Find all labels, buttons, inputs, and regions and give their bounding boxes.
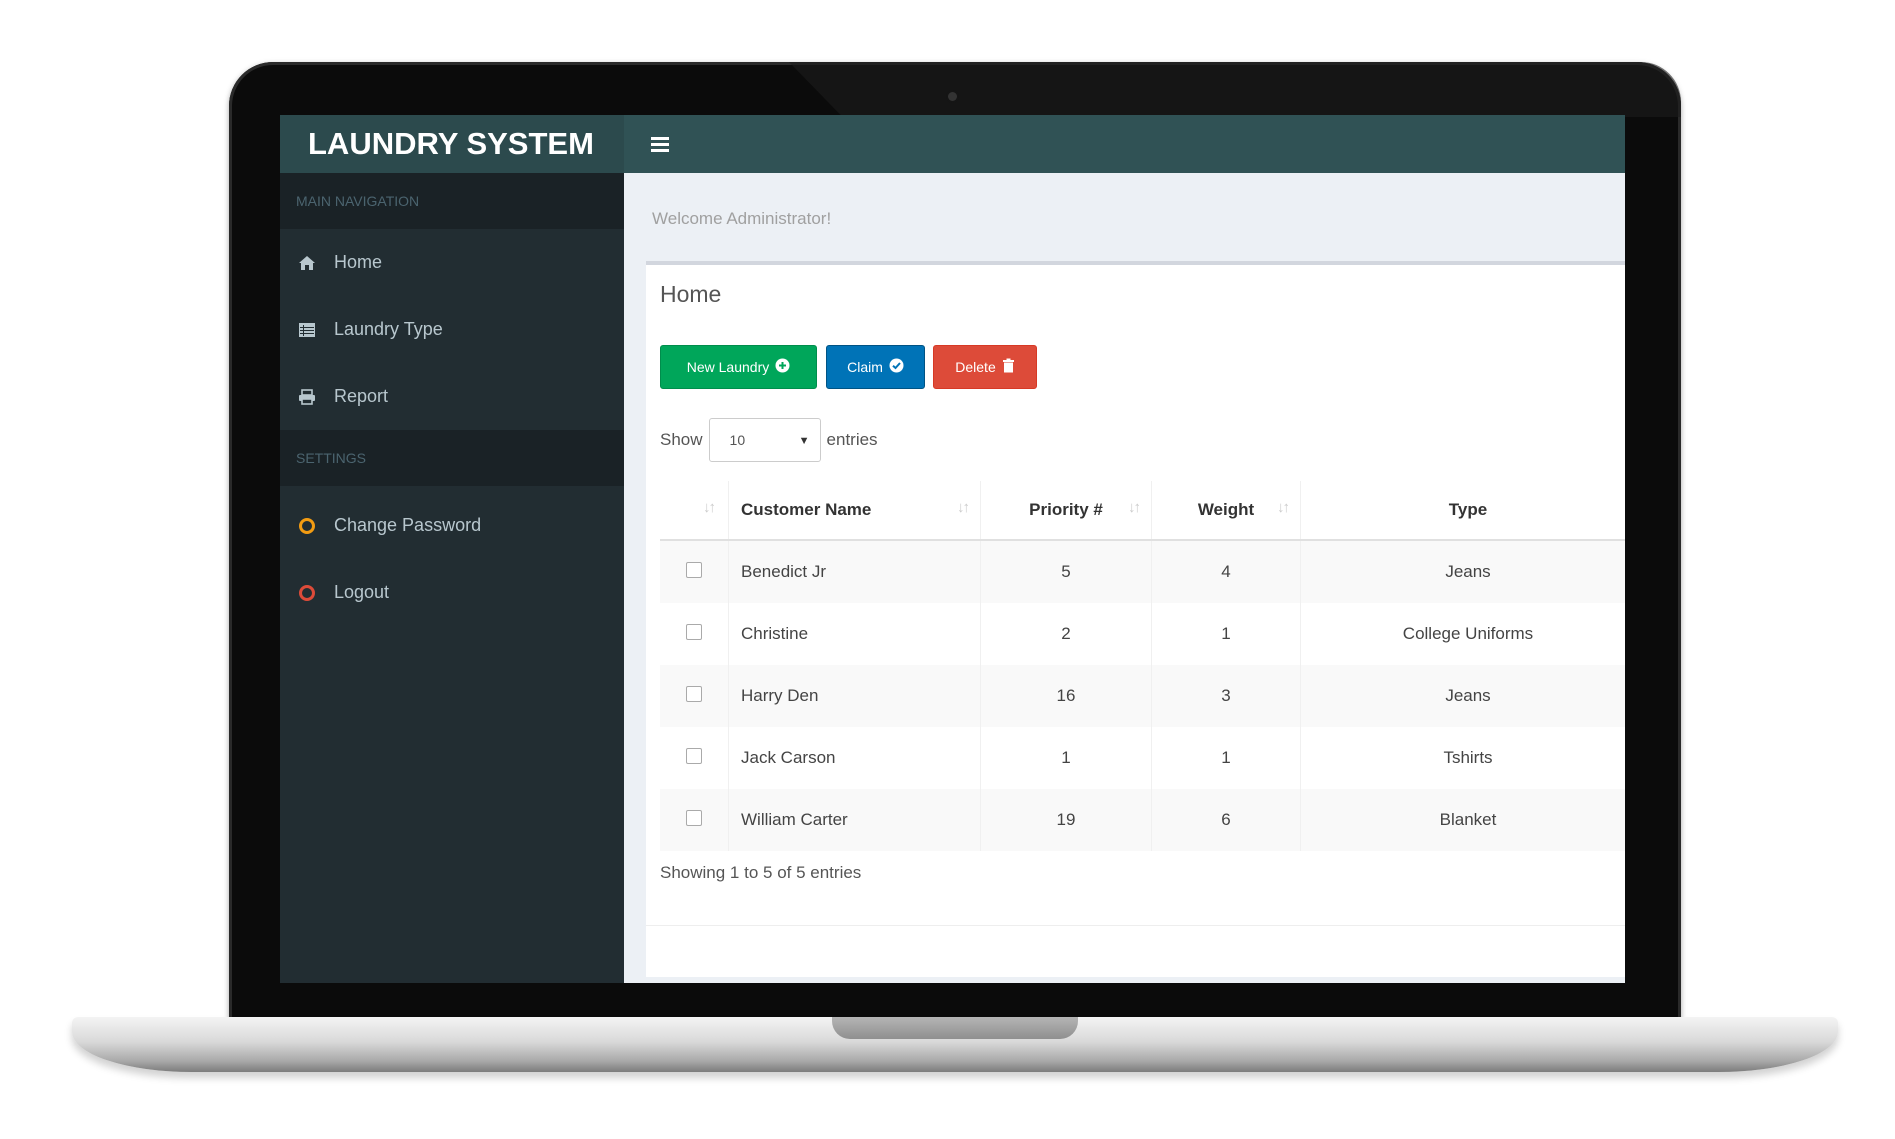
main-content: Welcome Administrator! Home New Laundry … [624,173,1625,983]
sort-icon: ↓↑ [1277,499,1290,516]
content-box: Home New Laundry Claim Delete Show 10 ▼ … [646,261,1625,977]
cell-weight: 1 [1151,727,1301,789]
cell-customer-name: William Carter [728,789,981,851]
printer-icon [298,388,334,405]
cell-priority: 1 [980,727,1152,789]
sidebar-item-label: Change Password [334,515,482,535]
divider [646,925,1625,926]
column-header-type[interactable]: Type [1300,481,1625,541]
plus-circle-icon [775,358,790,376]
sidebar-item-label: Logout [334,582,390,602]
column-header-weight[interactable]: Weight ↓↑ [1151,481,1301,541]
cell-type: Blanket [1300,789,1625,851]
cell-priority: 16 [980,665,1152,727]
sidebar: MAIN NAVIGATION Home Laundry Type Report… [280,173,624,983]
check-circle-icon [889,358,904,376]
cell-weight: 1 [1151,603,1301,665]
new-laundry-button[interactable]: New Laundry [660,345,817,389]
trash-icon [1002,358,1015,376]
button-label: Delete [955,359,996,375]
button-label: New Laundry [686,359,770,375]
sidebar-item-laundry-type[interactable]: Laundry Type [280,296,624,363]
camera-icon [948,92,957,101]
welcome-text: Welcome Administrator! [652,209,832,228]
row-checkbox[interactable] [686,561,702,578]
sort-icon: ↓↑ [957,499,970,516]
cell-priority: 2 [980,603,1152,665]
cell-type: College Uniforms [1300,603,1625,665]
sidebar-item-logout[interactable]: Logout [280,559,624,626]
cell-type: Tshirts [1300,727,1625,789]
table-header-row: ↓↑ Customer Name ↓↑ Priority # ↓↑ Weight [660,481,1625,541]
table-icon [298,322,334,338]
sidebar-section-header: SETTINGS [280,430,624,486]
cell-weight: 4 [1151,540,1301,603]
table-row: Harry Den 16 3 Jeans [660,665,1625,727]
sidebar-item-change-password[interactable]: Change Password [280,492,624,559]
circle-icon [298,517,334,535]
sidebar-item-home[interactable]: Home [280,229,624,296]
sidebar-item-report[interactable]: Report [280,363,624,430]
sidebar-item-label: Home [334,252,383,272]
column-header-customer-name[interactable]: Customer Name ↓↑ [728,481,981,541]
row-checkbox[interactable] [686,623,702,640]
cell-weight: 3 [1151,665,1301,727]
select-value: 10 [729,432,746,448]
circle-icon [298,584,334,602]
cell-priority: 19 [980,789,1152,851]
page-title: Home [660,281,722,307]
table-row: Jack Carson 1 1 Tshirts [660,727,1625,789]
cell-customer-name: Jack Carson [728,727,981,789]
row-checkbox[interactable] [686,685,702,702]
cell-type: Jeans [1300,665,1625,727]
laundry-table: ↓↑ Customer Name ↓↑ Priority # ↓↑ Weight [660,481,1625,851]
cell-customer-name: Harry Den [728,665,981,727]
column-header-priority[interactable]: Priority # ↓↑ [980,481,1152,541]
app-title[interactable]: LAUNDRY SYSTEM [280,115,624,173]
claim-button[interactable]: Claim [826,345,925,389]
screen: LAUNDRY SYSTEM MAIN NAVIGATION Home Laun… [280,115,1625,983]
cell-customer-name: Christine [728,603,981,665]
cell-priority: 5 [980,540,1152,603]
sort-icon: ↓↑ [703,499,716,516]
sidebar-item-label: Report [334,386,389,406]
sidebar-item-label: Laundry Type [334,319,443,339]
entries-select[interactable]: 10 ▼ [708,418,821,462]
cell-weight: 6 [1151,789,1301,851]
top-header: LAUNDRY SYSTEM [280,115,1625,173]
sort-icon: ↓↑ [1128,499,1141,516]
table-row: William Carter 19 6 Blanket [660,789,1625,851]
table-row: Benedict Jr 5 4 Jeans [660,540,1625,603]
cell-customer-name: Benedict Jr [728,540,981,603]
cell-type: Jeans [1300,540,1625,603]
delete-button[interactable]: Delete [933,345,1037,389]
caret-down-icon: ▼ [798,435,810,447]
laptop-notch [832,1017,1078,1039]
row-checkbox[interactable] [686,747,702,764]
home-icon [298,255,334,271]
column-header-select[interactable]: ↓↑ [660,481,729,541]
table-info: Showing 1 to 5 of 5 entries [660,863,862,882]
entries-label: entries [826,430,878,449]
show-label: Show [660,430,703,449]
hamburger-icon[interactable] [646,129,676,159]
row-checkbox[interactable] [686,809,702,826]
length-control: Show 10 ▼ entries [660,417,878,463]
button-label: Claim [847,359,883,375]
table-row: Christine 2 1 College Uniforms [660,603,1625,665]
sidebar-section-header: MAIN NAVIGATION [280,173,624,229]
